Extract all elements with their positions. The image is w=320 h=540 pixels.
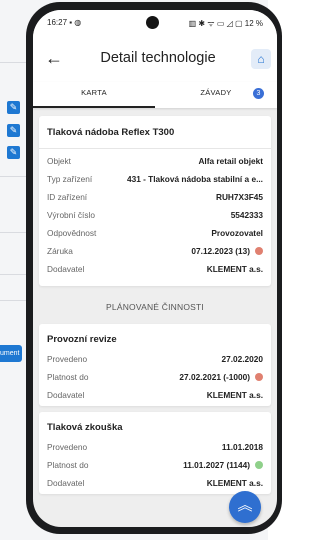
status-indicators: ▥ ✱ ᯤ ▭ ◿ ▢ 12 % <box>188 19 263 28</box>
row-label: Provedeno <box>47 354 88 364</box>
phone-screen: 16:27 ▪ ◍ ▥ ✱ ᯤ ▭ ◿ ▢ 12 % ← Detail tech… <box>33 10 277 527</box>
detail-row-serial: Výrobní číslo 5542333 <box>47 210 263 227</box>
row-label: Platnost do <box>47 460 89 470</box>
edit-icon[interactable]: ✎ <box>7 146 20 159</box>
row-value: 431 - Tlaková nádoba stabilní a e... <box>126 174 263 184</box>
status-dot <box>255 373 263 381</box>
row-label: Typ zařízení <box>47 174 93 184</box>
row-label: Provedeno <box>47 442 88 452</box>
back-arrow-icon[interactable]: ← <box>43 48 65 70</box>
page-title: Detail technologie <box>100 50 216 66</box>
tab-bar: KARTA ZÁVADY 3 <box>33 82 277 108</box>
activity-row-valid-until: Platnost do 27.02.2021 (-1000) <box>47 372 263 389</box>
row-label: Záruka <box>47 246 73 256</box>
row-value: Alfa retail objekt <box>198 156 263 166</box>
row-label: Odpovědnost <box>47 228 97 238</box>
scroll-to-top-button[interactable]: ︽ <box>229 491 261 523</box>
detail-row-supplier: Dodavatel KLEMENT a.s. <box>47 264 263 281</box>
camera-cutout <box>146 16 159 29</box>
row-value: KLEMENT a.s. <box>206 264 263 274</box>
activity-row-supplier: Dodavatel KLEMENT a.s. <box>47 390 263 407</box>
tab-label: ZÁVADY <box>200 88 232 97</box>
defects-count-badge: 3 <box>253 88 264 99</box>
status-time: 16:27 ▪ ◍ <box>47 18 82 27</box>
double-chevron-up-icon: ︽ <box>237 497 253 514</box>
row-value: 11.01.2027 (1144) <box>183 460 250 470</box>
row-value: 27.02.2020 <box>221 354 263 364</box>
row-value: KLEMENT a.s. <box>206 478 263 488</box>
row-value: 5542333 <box>230 210 263 220</box>
activity-card[interactable]: Provozní revize Provedeno 27.02.2020 Pla… <box>39 324 271 406</box>
row-label: ID zařízení <box>47 192 88 202</box>
detail-row-id: ID zařízení RUH7X3F45 <box>47 192 263 209</box>
detail-row-type: Typ zařízení 431 - Tlaková nádoba stabil… <box>47 174 263 191</box>
tab-label: KARTA <box>81 88 107 97</box>
activity-row-done: Provedeno 27.02.2020 <box>47 354 263 371</box>
detail-row-responsibility: Odpovědnost Provozovatel <box>47 228 263 245</box>
activity-row-valid-until: Platnost do 11.01.2027 (1144) <box>47 460 263 477</box>
edit-icon[interactable]: ✎ <box>7 124 20 137</box>
planned-activities-heading: PLÁNOVANÉ ČINNOSTI <box>106 302 204 312</box>
phone-frame: 16:27 ▪ ◍ ▥ ✱ ᯤ ▭ ◿ ▢ 12 % ← Detail tech… <box>26 2 282 534</box>
activity-row-supplier: Dodavatel KLEMENT a.s. <box>47 478 263 495</box>
row-label: Dodavatel <box>47 390 85 400</box>
row-value: 11.01.2018 <box>221 442 263 452</box>
divider <box>39 148 271 149</box>
status-dot <box>255 461 263 469</box>
row-value: RUH7X3F45 <box>215 192 263 202</box>
app-bar: ← Detail technologie ⌂ <box>33 36 277 82</box>
detail-row-object: Objekt Alfa retail objekt <box>47 156 263 173</box>
row-value: 07.12.2023 (13) <box>191 246 250 256</box>
activity-title: Tlaková zkouška <box>47 422 123 433</box>
row-value: 27.02.2021 (-1000) <box>179 372 250 382</box>
tab-karta[interactable]: KARTA <box>33 82 155 108</box>
row-label: Objekt <box>47 156 71 166</box>
active-tab-indicator <box>33 106 155 108</box>
activity-title: Provozní revize <box>47 334 117 345</box>
equipment-detail-card: Tlaková nádoba Reflex T300 Objekt Alfa r… <box>39 116 271 286</box>
document-button[interactable]: ument <box>0 345 22 362</box>
activity-card[interactable]: Tlaková zkouška Provedeno 11.01.2018 Pla… <box>39 412 271 494</box>
activity-row-done: Provedeno 11.01.2018 <box>47 442 263 459</box>
detail-row-warranty: Záruka 07.12.2023 (13) <box>47 246 263 263</box>
row-label: Dodavatel <box>47 478 85 488</box>
status-bar: 16:27 ▪ ◍ ▥ ✱ ᯤ ▭ ◿ ▢ 12 % <box>33 10 277 36</box>
status-dot <box>255 247 263 255</box>
row-value: KLEMENT a.s. <box>206 390 263 400</box>
edit-icon[interactable]: ✎ <box>7 101 20 114</box>
row-value: Provozovatel <box>211 228 263 238</box>
equipment-title: Tlaková nádoba Reflex T300 <box>47 127 175 138</box>
home-icon[interactable]: ⌂ <box>251 49 271 69</box>
row-label: Výrobní číslo <box>47 210 95 220</box>
row-label: Platnost do <box>47 372 89 382</box>
row-label: Dodavatel <box>47 264 85 274</box>
